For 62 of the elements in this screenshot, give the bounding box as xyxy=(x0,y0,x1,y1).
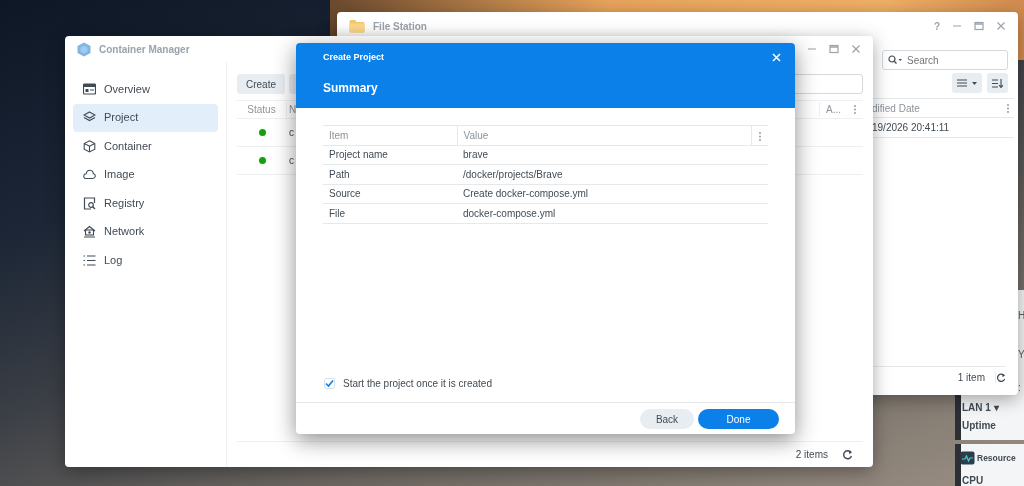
widget-text: H xyxy=(1018,309,1024,323)
house-icon xyxy=(83,225,96,238)
resource-card xyxy=(955,444,1024,486)
dialog-heading: Summary xyxy=(323,79,379,97)
table-cell-text: c xyxy=(288,154,294,168)
more-icon[interactable] xyxy=(1006,102,1010,114)
more-icon[interactable] xyxy=(853,104,857,115)
sidebar-item[interactable]: Network xyxy=(73,217,218,246)
search-icon[interactable] xyxy=(888,55,903,65)
window-title: Container Manager xyxy=(99,42,190,57)
dialog-title: Create Project xyxy=(323,51,385,64)
sidebar-item[interactable]: Image xyxy=(73,160,218,189)
view-mode-button[interactable] xyxy=(952,73,982,93)
table-cell: File xyxy=(323,203,457,223)
sort-button[interactable] xyxy=(987,73,1008,93)
table-cell: /docker/projects/Brave xyxy=(457,164,768,184)
close-icon[interactable] xyxy=(996,21,1006,31)
document-search-icon xyxy=(83,196,96,210)
maximize-icon[interactable] xyxy=(974,21,984,31)
table-cell: Source xyxy=(323,184,457,204)
create-button[interactable]: Create xyxy=(237,74,285,94)
table-cell-text: 19/2026 20:41:11 xyxy=(872,121,950,135)
checkbox[interactable] xyxy=(324,378,335,389)
layers-icon xyxy=(83,111,96,124)
checkbox-label: Start the project once it is created xyxy=(343,377,492,391)
search-field[interactable]: Search xyxy=(882,50,1008,70)
list-icon xyxy=(957,79,967,87)
table-cell: brave xyxy=(457,145,768,165)
sidebar-item[interactable]: Container xyxy=(73,132,218,160)
window-title: File Station xyxy=(373,19,427,34)
table-cell: Create docker-compose.yml xyxy=(457,184,768,204)
widget-text: Y xyxy=(1018,348,1024,362)
maximize-icon[interactable] xyxy=(829,44,839,54)
close-icon[interactable] xyxy=(851,44,861,54)
folder-icon xyxy=(349,19,365,33)
cpu-label: CPU xyxy=(962,474,984,486)
uptime-label: Uptime xyxy=(962,419,996,433)
network-selector[interactable]: LAN 1 ▾ xyxy=(962,400,999,415)
cube-icon xyxy=(83,139,96,153)
sidebar-item[interactable]: Registry xyxy=(73,189,218,217)
done-button[interactable]: Done xyxy=(698,409,779,429)
cloud-icon xyxy=(83,168,96,181)
refresh-icon[interactable] xyxy=(995,372,1006,383)
table-cell: Path xyxy=(323,164,457,184)
dashboard-icon xyxy=(83,82,96,96)
back-button[interactable]: Back xyxy=(640,409,694,429)
table-cell: Project name xyxy=(323,145,457,165)
more-icon[interactable] xyxy=(758,130,762,142)
caret-icon xyxy=(972,81,977,85)
table-cell-text: c xyxy=(288,126,294,140)
item-count: 2 items xyxy=(795,448,828,462)
sidebar-item[interactable]: Overview xyxy=(73,75,218,103)
resource-title: Resource xyxy=(977,452,1016,465)
sidebar-item[interactable]: Project xyxy=(73,103,218,132)
widget-text: : xyxy=(1018,381,1021,395)
item-count: 1 item xyxy=(957,371,985,385)
sidebar-item[interactable]: Log xyxy=(73,246,218,274)
hexagon-icon xyxy=(77,41,91,57)
list-icon xyxy=(83,253,96,267)
sort-icon xyxy=(992,78,1003,88)
refresh-icon[interactable] xyxy=(842,449,853,460)
table-cell: docker-compose.yml xyxy=(457,203,768,223)
